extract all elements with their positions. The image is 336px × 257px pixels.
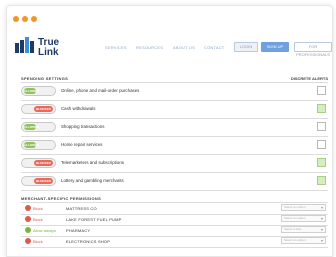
merchant-status[interactable]: Block bbox=[33, 217, 43, 222]
logo-mark-icon bbox=[15, 37, 34, 53]
merchant-option-select[interactable]: Select an option ▾ bbox=[281, 215, 326, 222]
select-value: Select an option bbox=[284, 238, 306, 242]
spending-toggle[interactable]: BLOCKED bbox=[21, 158, 56, 168]
setting-label: Online, phone and mail-order purchases bbox=[61, 88, 140, 93]
setting-row: ALLOWED Home repair services bbox=[21, 137, 328, 154]
toggle-knob: BLOCKED bbox=[34, 160, 53, 166]
minimize-window-dot[interactable] bbox=[22, 16, 28, 22]
allow-status-icon bbox=[25, 227, 31, 233]
spending-toggle[interactable]: ALLOWED bbox=[21, 140, 56, 150]
merchant-status[interactable]: Allow always bbox=[33, 228, 56, 233]
setting-label: Shopping transactions bbox=[61, 124, 105, 129]
nav-contact[interactable]: CONTACT bbox=[204, 45, 224, 50]
window-titlebar bbox=[7, 6, 332, 28]
alert-checkbox[interactable] bbox=[317, 140, 326, 149]
merchant-row: Block LAKE FOREST FUEL PUMP Select an op… bbox=[21, 215, 328, 225]
alert-checkbox[interactable] bbox=[317, 158, 326, 167]
select-value: Select an option bbox=[284, 216, 306, 220]
alert-checkbox[interactable] bbox=[317, 122, 326, 131]
chevron-down-icon: ▾ bbox=[320, 227, 323, 232]
divider bbox=[21, 202, 328, 203]
close-window-dot[interactable] bbox=[13, 16, 19, 22]
toggle-knob: ALLOWED bbox=[24, 88, 40, 94]
setting-row: ALLOWED Online, phone and mail-order pur… bbox=[21, 83, 328, 100]
toggle-knob: ALLOWED bbox=[24, 142, 40, 148]
merchant-option-select[interactable]: Select an option ▾ bbox=[281, 237, 326, 244]
setting-row: BLOCKED Lottery and gambling merchants bbox=[21, 173, 328, 190]
alert-checkbox[interactable] bbox=[317, 176, 326, 185]
login-button[interactable]: LOGIN bbox=[234, 42, 258, 52]
merchant-date-select[interactable]: Select a date ▾ bbox=[281, 226, 326, 233]
chevron-down-icon: ▾ bbox=[320, 216, 323, 221]
spending-settings-heading: SPENDING SETTINGS bbox=[21, 76, 69, 81]
toggle-knob: BLOCKED bbox=[34, 178, 53, 184]
nav-services[interactable]: SERVICES bbox=[105, 45, 127, 50]
merchant-row: Allow always PHARMACY Select a date ▾ bbox=[21, 226, 328, 236]
merchant-status[interactable]: Block bbox=[33, 239, 43, 244]
browser-window: True Link SERVICES RESOURCES ABOUT US CO… bbox=[6, 5, 333, 257]
divider bbox=[21, 247, 328, 248]
discrete-alerts-heading: DISCRETE ALERTS bbox=[290, 76, 328, 81]
merchant-status[interactable]: Block bbox=[33, 206, 43, 211]
merchant-name: LAKE FOREST FUEL PUMP bbox=[66, 217, 122, 222]
setting-label: Cash withdrawals bbox=[61, 106, 96, 111]
spending-toggle[interactable]: BLOCKED bbox=[21, 104, 56, 114]
site-header: True Link SERVICES RESOURCES ABOUT US CO… bbox=[7, 31, 332, 65]
spending-toggle[interactable]: ALLOWED bbox=[21, 86, 56, 96]
divider bbox=[21, 190, 328, 191]
spending-toggle[interactable]: ALLOWED bbox=[21, 122, 56, 132]
maximize-window-dot[interactable] bbox=[31, 16, 37, 22]
merchant-name: MATTRESS CO bbox=[66, 206, 97, 211]
merchant-name: PHARMACY bbox=[66, 228, 91, 233]
alert-checkbox[interactable] bbox=[317, 86, 326, 95]
block-status-icon bbox=[25, 205, 31, 211]
logo-line-2: Link bbox=[38, 47, 59, 58]
block-status-icon bbox=[25, 216, 31, 222]
merchant-row: Block MATTRESS CO Select an option ▾ bbox=[21, 204, 328, 214]
toggle-knob: BLOCKED bbox=[34, 106, 53, 112]
sign-up-button[interactable]: SIGN UP bbox=[261, 42, 289, 52]
spending-toggle[interactable]: BLOCKED bbox=[21, 176, 56, 186]
for-professionals-button[interactable]: FOR PROFESSIONALS bbox=[294, 42, 332, 57]
merchant-row: Block ELECTRONICS SHOP Select an option ▾ bbox=[21, 237, 328, 247]
block-status-icon bbox=[25, 238, 31, 244]
chevron-down-icon: ▾ bbox=[320, 238, 323, 243]
setting-label: Lottery and gambling merchants bbox=[61, 178, 124, 183]
setting-label: Home repair services bbox=[61, 142, 103, 147]
merchant-permissions-heading: MERCHANT-SPECIFIC PERMISSIONS bbox=[21, 196, 102, 201]
toggle-knob: ALLOWED bbox=[24, 124, 40, 130]
setting-row: BLOCKED Cash withdrawals bbox=[21, 101, 328, 118]
chevron-down-icon: ▾ bbox=[320, 205, 323, 210]
setting-row: ALLOWED Shopping transactions bbox=[21, 119, 328, 136]
merchant-name: ELECTRONICS SHOP bbox=[66, 239, 111, 244]
select-value: Select a date bbox=[284, 227, 302, 231]
nav-about-us[interactable]: ABOUT US bbox=[173, 45, 195, 50]
nav-resources[interactable]: RESOURCES bbox=[136, 45, 163, 50]
setting-label: Telemarketers and subscriptions bbox=[61, 160, 124, 165]
true-link-logo[interactable]: True Link bbox=[15, 37, 75, 61]
logo-wordmark: True Link bbox=[38, 38, 59, 58]
setting-row: BLOCKED Telemarketers and subscriptions bbox=[21, 155, 328, 172]
alert-checkbox[interactable] bbox=[317, 104, 326, 113]
merchant-option-select[interactable]: Select an option ▾ bbox=[281, 204, 326, 211]
select-value: Select an option bbox=[284, 205, 306, 209]
